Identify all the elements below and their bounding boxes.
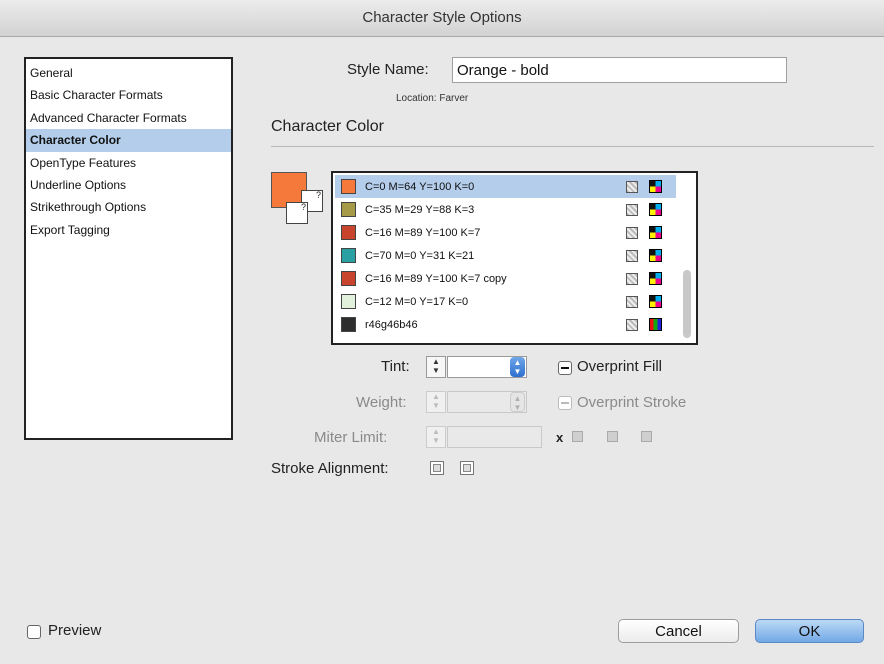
- weight-dropdown-arrow[interactable]: ▲ ▼: [510, 392, 525, 412]
- section-divider: [271, 146, 874, 147]
- window-title: Character Style Options: [0, 0, 884, 37]
- sidebar-item-underline-options[interactable]: Underline Options: [26, 174, 231, 196]
- overprint-stroke-checkbox[interactable]: [558, 396, 572, 410]
- overprint-stroke-label: Overprint Stroke: [577, 394, 687, 411]
- swatch-row[interactable]: r46g46b46: [335, 313, 676, 336]
- location-label: Location: Farver: [396, 93, 469, 104]
- weight-stepper[interactable]: ▲ ▼: [426, 391, 446, 413]
- weight-input[interactable]: ▲ ▼: [447, 391, 527, 413]
- align-stroke-center-icon[interactable]: [430, 461, 444, 475]
- sidebar-item-opentype-features[interactable]: OpenType Features: [26, 152, 231, 174]
- swatch-row[interactable]: C=0 M=64 Y=100 K=0: [335, 175, 676, 198]
- cmyk-mode-icon: [649, 180, 662, 193]
- swatch-list-scrollbar[interactable]: [680, 173, 694, 343]
- tint-input[interactable]: ▲ ▼: [447, 356, 527, 378]
- swatch-color-chip: [341, 271, 356, 286]
- rgb-mode-icon: [649, 318, 662, 331]
- align-stroke-inside-icon[interactable]: [460, 461, 474, 475]
- sidebar-item-export-tagging[interactable]: Export Tagging: [26, 219, 231, 241]
- fill-stroke-proxy[interactable]: ? ?: [271, 172, 326, 234]
- swatch-row[interactable]: C=35 M=29 Y=88 K=3: [335, 198, 676, 221]
- cmyk-mode-icon: [649, 295, 662, 308]
- sidebar-item-strikethrough-options[interactable]: Strikethrough Options: [26, 196, 231, 218]
- scrollbar-thumb[interactable]: [683, 270, 691, 338]
- miter-limit-stepper[interactable]: ▲ ▼: [426, 426, 446, 448]
- swatch-color-chip: [341, 179, 356, 194]
- sidebar-item-advanced-character-formats[interactable]: Advanced Character Formats: [26, 107, 231, 129]
- section-title: Character Color: [271, 118, 384, 135]
- bevel-join-icon[interactable]: [641, 431, 652, 442]
- miter-join-icon[interactable]: [572, 431, 583, 442]
- color-type-icon: [626, 272, 638, 285]
- stroke-alignment-label: Stroke Alignment:: [271, 460, 389, 477]
- color-type-icon: [626, 226, 638, 239]
- cmyk-mode-icon: [649, 272, 662, 285]
- cmyk-mode-icon: [649, 203, 662, 216]
- style-name-input[interactable]: [452, 57, 787, 83]
- preview-label: Preview: [48, 622, 102, 639]
- cmyk-mode-icon: [649, 249, 662, 262]
- swatch-name: C=35 M=29 Y=88 K=3: [365, 203, 475, 216]
- tint-dropdown-arrow[interactable]: ▲ ▼: [510, 357, 525, 377]
- style-name-label: Style Name:: [347, 61, 429, 78]
- swatch-row[interactable]: C=70 M=0 Y=31 K=21: [335, 244, 676, 267]
- swatch-row[interactable]: C=16 M=89 Y=100 K=7 copy: [335, 267, 676, 290]
- sidebar-item-basic-character-formats[interactable]: Basic Character Formats: [26, 84, 231, 106]
- color-type-icon: [626, 180, 638, 193]
- swatch-color-chip: [341, 317, 356, 332]
- color-type-icon: [626, 295, 638, 308]
- weight-label: Weight:: [356, 394, 407, 411]
- swatch-name: r46g46b46: [365, 318, 418, 331]
- swatch-name: C=12 M=0 Y=17 K=0: [365, 295, 469, 308]
- location-value: Farver: [439, 93, 469, 104]
- miter-x-label: x: [556, 430, 564, 445]
- overprint-fill-label: Overprint Fill: [577, 358, 663, 375]
- color-type-icon: [626, 249, 638, 262]
- swatch-name: C=0 M=64 Y=100 K=0: [365, 180, 475, 193]
- swatch-name: C=16 M=89 Y=100 K=7: [365, 226, 481, 239]
- miter-limit-label: Miter Limit:: [314, 429, 388, 446]
- swatch-color-chip: [341, 294, 356, 309]
- stroke-swatch[interactable]: ?: [286, 202, 308, 224]
- swatch-color-chip: [341, 248, 356, 263]
- swatch-name: C=70 M=0 Y=31 K=21: [365, 249, 475, 262]
- swatch-color-chip: [341, 225, 356, 240]
- swatch-list[interactable]: C=0 M=64 Y=100 K=0 C=35 M=29 Y=88 K=3 C=…: [331, 171, 698, 345]
- swatch-row[interactable]: C=16 M=89 Y=100 K=7: [335, 221, 676, 244]
- swatch-color-chip: [341, 202, 356, 217]
- tint-label: Tint:: [381, 358, 410, 375]
- sidebar-item-character-color[interactable]: Character Color: [26, 129, 231, 152]
- cmyk-mode-icon: [649, 226, 662, 239]
- swatch-name: C=16 M=89 Y=100 K=7 copy: [365, 272, 507, 285]
- ok-button[interactable]: OK: [755, 619, 864, 643]
- overprint-fill-checkbox[interactable]: [558, 361, 572, 375]
- round-join-icon[interactable]: [607, 431, 618, 442]
- cancel-button[interactable]: Cancel: [618, 619, 739, 643]
- tint-stepper[interactable]: ▲ ▼: [426, 356, 446, 378]
- sidebar-item-general[interactable]: General: [26, 62, 231, 84]
- swatch-row[interactable]: C=12 M=0 Y=17 K=0: [335, 290, 676, 313]
- category-list: General Basic Character Formats Advanced…: [24, 57, 233, 440]
- preview-checkbox[interactable]: [27, 625, 41, 639]
- color-type-icon: [626, 203, 638, 216]
- color-type-icon: [626, 318, 638, 331]
- miter-limit-input[interactable]: [447, 426, 542, 448]
